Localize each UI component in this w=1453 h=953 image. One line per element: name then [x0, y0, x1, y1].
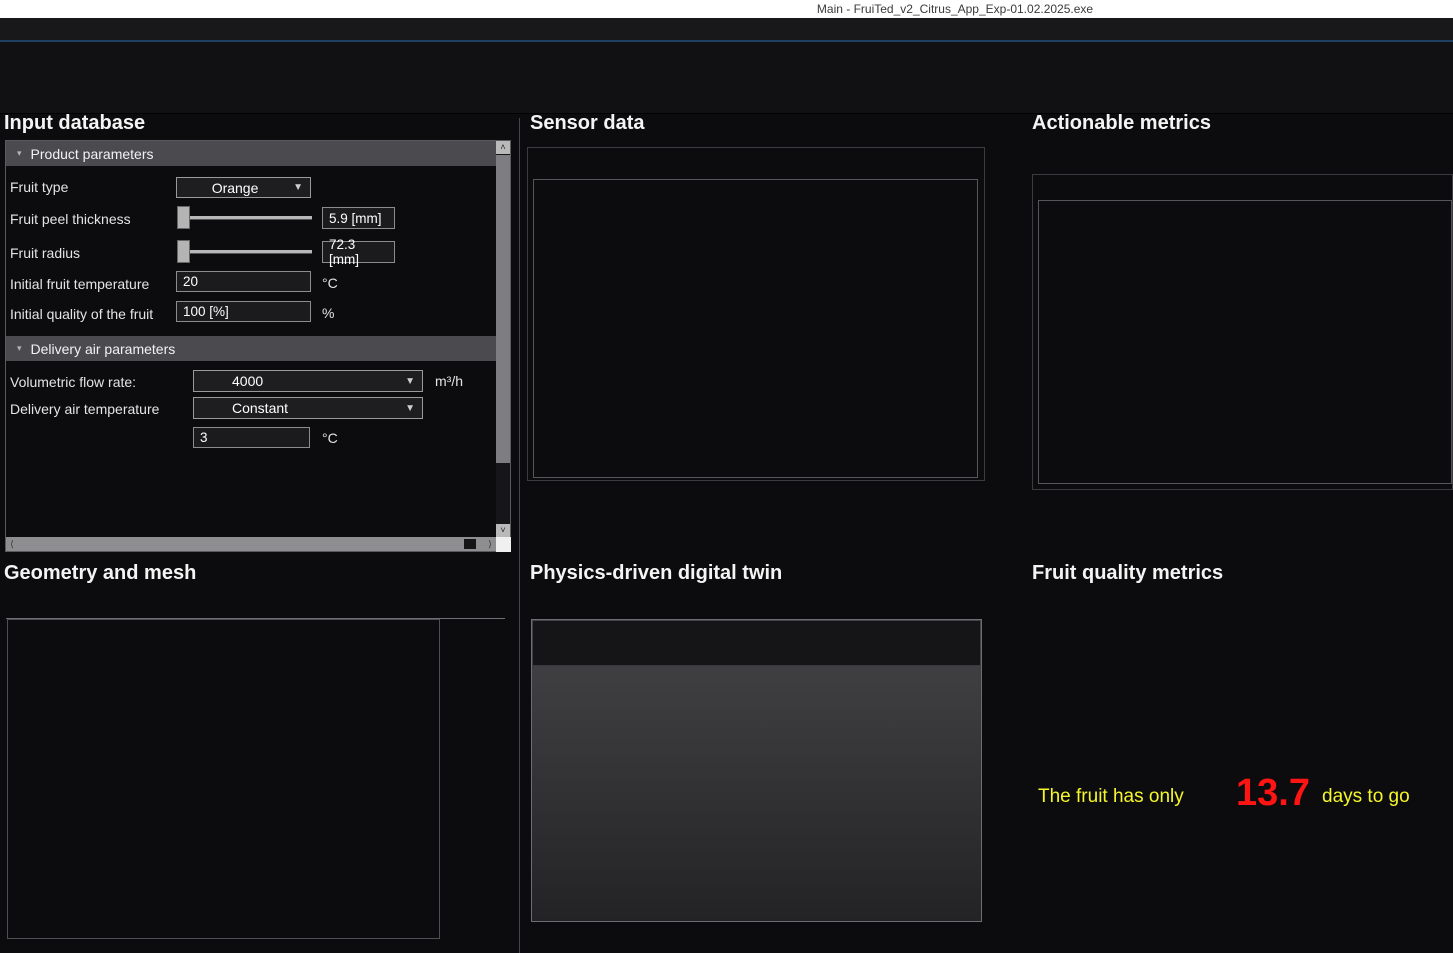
scroll-up-icon[interactable]: ˄	[496, 141, 510, 154]
chevron-down-icon: ▼	[405, 403, 422, 414]
flow-rate-unit: m³/h	[435, 373, 463, 389]
input-horizontal-scrollbar[interactable]: ⟨ ⟩	[6, 537, 496, 551]
fruit-radius-label: Fruit radius	[10, 245, 80, 261]
fruit-type-dropdown[interactable]: Orange ▼	[176, 177, 311, 198]
actionable-metrics-heading: Actionable metrics	[1032, 112, 1211, 135]
sensor-data-heading: Sensor data	[530, 112, 644, 135]
delivery-temp-label: Delivery air temperature	[10, 401, 159, 417]
scroll-left-icon[interactable]: ⟨	[6, 537, 18, 551]
initial-quality-input[interactable]: 100 [%]	[176, 301, 311, 322]
menu-bar	[0, 18, 1453, 40]
flow-rate-dropdown[interactable]: 4000 ▼	[193, 370, 423, 392]
chevron-down-icon: ▼	[405, 376, 422, 387]
flow-rate-label: Volumetric flow rate:	[10, 374, 136, 390]
twin-toolbar-background	[533, 621, 980, 666]
fruit-quality-heading: Fruit quality metrics	[1032, 562, 1223, 585]
slider-handle[interactable]	[177, 240, 190, 263]
mass-loss-chart-canvas[interactable]	[1039, 228, 1451, 480]
geometry-mesh-tabs	[6, 593, 505, 619]
initial-temp-input[interactable]: 20	[176, 271, 311, 292]
input-database-heading: Input database	[4, 112, 145, 135]
initial-quality-unit: %	[322, 305, 334, 321]
slider-handle[interactable]	[177, 206, 190, 229]
fruit-type-label: Fruit type	[10, 179, 68, 195]
collapse-triangle-icon: ▾	[6, 343, 31, 354]
section-product-parameters[interactable]: ▾ Product parameters	[6, 141, 496, 166]
fruit-radius-value[interactable]: 72.3 [mm]	[322, 241, 395, 263]
mesh-plot-canvas[interactable]	[9, 648, 438, 937]
application-window: Main - FruiTed_v2_Citrus_App_Exp-01.02.2…	[0, 0, 1453, 953]
window-title: Main - FruiTed_v2_Citrus_App_Exp-01.02.2…	[817, 2, 1093, 16]
twin-3d-canvas[interactable]	[532, 665, 981, 921]
scroll-right-icon[interactable]: ⟩	[484, 537, 496, 551]
collapse-triangle-icon: ▾	[6, 148, 31, 159]
peel-thickness-label: Fruit peel thickness	[10, 211, 131, 227]
alert-days-number: 13.7	[1236, 772, 1310, 815]
fruit-peel-thickness-slider[interactable]	[177, 203, 312, 233]
fruit-radius-slider[interactable]	[177, 237, 312, 267]
geometry-mesh-heading: Geometry and mesh	[4, 562, 196, 585]
panel-divider	[519, 118, 520, 953]
initial-temp-unit: °C	[322, 275, 338, 291]
peel-thickness-value[interactable]: 5.9 [mm]	[322, 207, 395, 229]
section-delivery-air-parameters[interactable]: ▾ Delivery air parameters	[6, 336, 496, 361]
alert-suffix-text: days to go	[1322, 786, 1410, 808]
initial-quality-label: Initial quality of the fruit	[10, 306, 153, 322]
digital-twin-heading: Physics-driven digital twin	[530, 562, 782, 585]
input-vertical-scrollbar[interactable]: ˄ ˅	[496, 141, 510, 537]
title-bar: Main - FruiTed_v2_Citrus_App_Exp-01.02.2…	[0, 0, 1453, 18]
sensor-chart-canvas[interactable]	[534, 206, 977, 476]
delivery-temp-value-unit: °C	[322, 430, 338, 446]
initial-temp-label: Initial fruit temperature	[10, 276, 149, 292]
delivery-temp-value-input[interactable]: 3	[193, 427, 310, 448]
chevron-down-icon: ▼	[293, 182, 310, 193]
scrollbar-thumb[interactable]	[464, 539, 476, 549]
delivery-temp-dropdown[interactable]: Constant ▼	[193, 397, 423, 419]
scroll-down-icon[interactable]: ˅	[496, 524, 510, 537]
scrollbar-corner	[496, 537, 511, 552]
scrollbar-thumb[interactable]	[496, 155, 510, 463]
main-toolbar	[0, 42, 1453, 114]
alert-prefix-text: The fruit has only	[1038, 786, 1184, 808]
